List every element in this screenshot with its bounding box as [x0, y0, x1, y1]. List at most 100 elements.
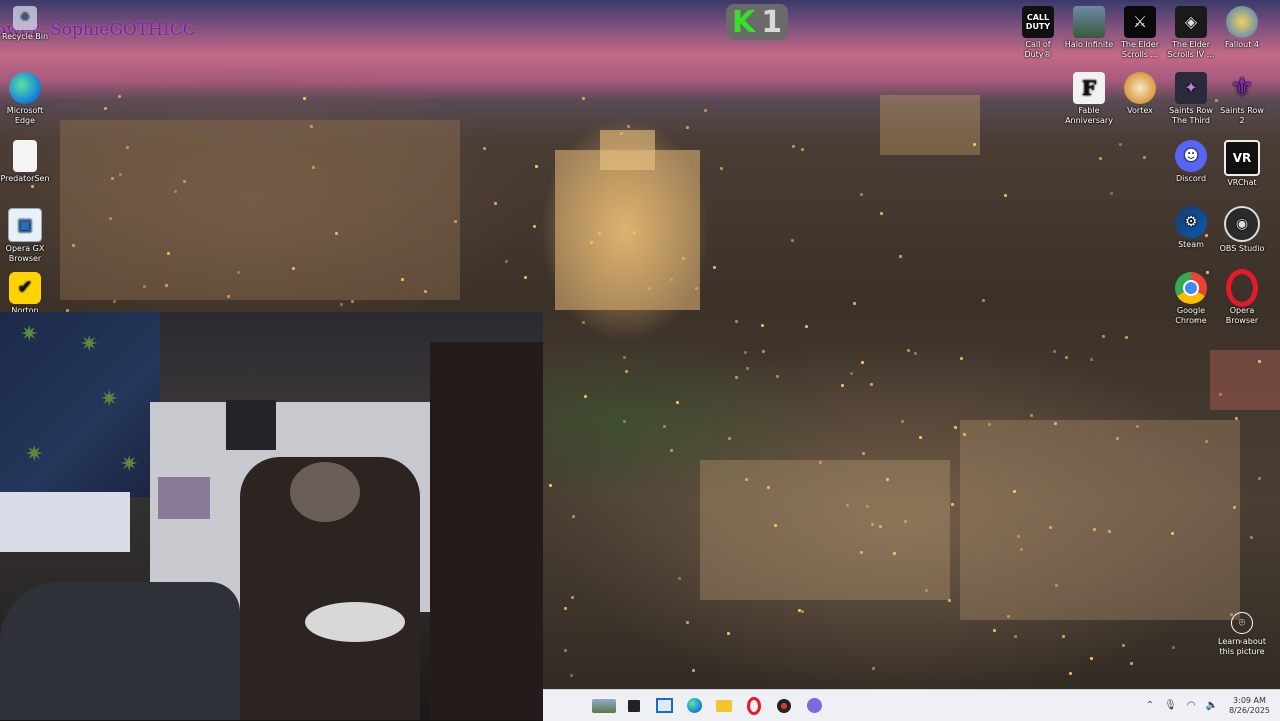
vortex-icon	[1124, 72, 1156, 104]
webcam-overlay: ✷ ✷ ✷ ✷ ✷	[0, 312, 543, 720]
desktop-icon-microsoft-edge[interactable]: Microsoft Edge	[0, 72, 50, 126]
city-light	[704, 108, 708, 112]
desktop-icon-label: Recycle Bin	[1, 32, 49, 41]
desktop-icon-norton[interactable]: ✔ Norton	[0, 272, 50, 316]
chat-icon	[806, 698, 822, 713]
cathedral-tower	[600, 130, 655, 170]
k1-badge: K 1	[726, 4, 788, 40]
building	[1210, 350, 1280, 410]
building	[60, 120, 460, 300]
taskbar-widget[interactable]	[589, 691, 619, 721]
desktop-icon-opera-browser[interactable]: Opera Browser	[1217, 269, 1267, 326]
taskbar-edge[interactable]	[679, 691, 709, 721]
desktop-icon-label: VRChat	[1227, 178, 1257, 187]
desktop-icon-obs-studio[interactable]: ◉ OBS Studio	[1217, 206, 1267, 254]
taskbar-file-explorer[interactable]	[709, 691, 739, 721]
city-light	[1007, 614, 1011, 618]
city-light	[925, 588, 929, 592]
taskbar-clock[interactable]: 3:09 AM 8/26/2025	[1223, 696, 1280, 716]
city-light	[662, 425, 666, 429]
chevron-up-icon[interactable]: ⌃	[1146, 700, 1154, 711]
desktop-icon-label: Opera GX Browser	[5, 244, 45, 263]
desktop-icon-label: PredatorSen	[0, 174, 50, 183]
city-light	[236, 271, 240, 275]
wifi-icon[interactable]: ◠	[1187, 700, 1196, 711]
desktop-icon-fallout-4[interactable]: Fallout 4	[1217, 6, 1267, 50]
vrchat-icon: VR	[1224, 140, 1260, 176]
taskbar-store[interactable]	[649, 691, 679, 721]
city-light	[840, 384, 844, 388]
desktop-icon-elder-scrolls-iv[interactable]: ◈ The Elder Scrolls IV ...	[1166, 6, 1216, 60]
building	[700, 460, 950, 600]
fallout-icon	[1226, 6, 1258, 38]
city-light	[694, 286, 698, 290]
city-light	[686, 125, 690, 129]
desktop-icon-call-of-duty[interactable]: CALL DUTY Call of Duty®	[1013, 6, 1063, 60]
desktop-icon-fable[interactable]: F Fable Anniversary	[1064, 72, 1114, 126]
desktop-icon-label: Discord	[1175, 174, 1207, 183]
taskbar-task-view[interactable]	[619, 691, 649, 721]
desktop-icon-recycle-bin[interactable]: ♻ Recycle Bin	[0, 6, 50, 42]
taskbar-chat[interactable]	[799, 691, 829, 721]
desktop-icon-saints-row-2[interactable]: ⚜ Saints Row 2	[1217, 72, 1267, 126]
task-view-icon	[628, 699, 640, 712]
desktop-icon-predatorsen[interactable]: PredatorSen	[0, 140, 50, 184]
desktop-icon-opera-gx[interactable]: ▣ Opera GX Browser	[0, 208, 50, 264]
city-light	[790, 238, 794, 242]
city-light	[819, 460, 823, 464]
taskbar-opera[interactable]	[739, 691, 769, 721]
learn-about-picture-label: Learn about this picture	[1218, 637, 1266, 656]
city-light	[118, 95, 122, 99]
desktop-icon-saints-row-third[interactable]: ✦ Saints Row The Third	[1166, 72, 1216, 126]
taskbar-app[interactable]	[769, 691, 799, 721]
city-light	[901, 420, 905, 424]
city-light	[1049, 526, 1053, 530]
clock-time: 3:09 AM	[1233, 695, 1266, 705]
desktop-icon-label: The Elder Scrolls IV ...	[1167, 40, 1215, 59]
desktop-icon-steam[interactable]: ⚙ Steam	[1166, 206, 1216, 250]
blanket	[0, 582, 240, 720]
city-light	[309, 124, 313, 128]
city-light	[727, 437, 731, 441]
speaker-icon[interactable]: 🔈	[1206, 700, 1218, 711]
city-light	[1107, 530, 1111, 534]
city-light	[110, 177, 114, 181]
city-light	[624, 369, 628, 373]
city-light	[423, 289, 427, 293]
taskbar: ⌃ 🎙 ◠ 🔈 3:09 AM 8/26/2025	[543, 689, 1280, 721]
desktop-icon-halo-infinite[interactable]: Halo Infinite	[1064, 6, 1114, 50]
city-light	[103, 107, 107, 111]
city-light	[947, 598, 951, 602]
desktop-icon-label: Saints Row 2	[1220, 106, 1264, 125]
learn-about-picture[interactable]: ⌾ Learn about this picture	[1214, 612, 1270, 657]
desktop-icon-vrchat[interactable]: VR VRChat	[1217, 140, 1267, 188]
city-light	[773, 524, 777, 528]
city-light	[746, 367, 750, 371]
city-light	[523, 276, 527, 280]
city-light	[678, 576, 682, 580]
city-light	[532, 225, 536, 229]
city-light	[776, 375, 780, 379]
city-light	[1101, 335, 1105, 339]
cathedral	[555, 150, 700, 310]
desktop-icon-elder-scrolls[interactable]: ⚔ The Elder Scrolls ...	[1115, 6, 1165, 60]
desktop-icon-discord[interactable]: ☻ Discord	[1166, 140, 1216, 184]
city-light	[535, 164, 539, 168]
opera-gx-icon: ▣	[8, 208, 42, 242]
city-light	[1004, 193, 1008, 197]
city-light	[622, 420, 626, 424]
city-light	[1014, 634, 1018, 638]
city-light	[165, 283, 169, 287]
microphone-icon[interactable]: 🎙	[1164, 700, 1177, 711]
desktop-icon-vortex[interactable]: Vortex	[1115, 72, 1165, 116]
folder-icon	[716, 699, 732, 712]
city-light	[1116, 436, 1120, 440]
city-light	[1130, 661, 1134, 665]
city-light	[860, 550, 864, 554]
landscape-widget-icon	[592, 698, 616, 713]
desktop-icon-label: The Elder Scrolls ...	[1121, 40, 1159, 59]
city-light	[119, 172, 123, 176]
city-light	[880, 211, 884, 215]
desktop-icon-google-chrome[interactable]: Google Chrome	[1166, 272, 1216, 326]
city-light	[30, 184, 34, 188]
